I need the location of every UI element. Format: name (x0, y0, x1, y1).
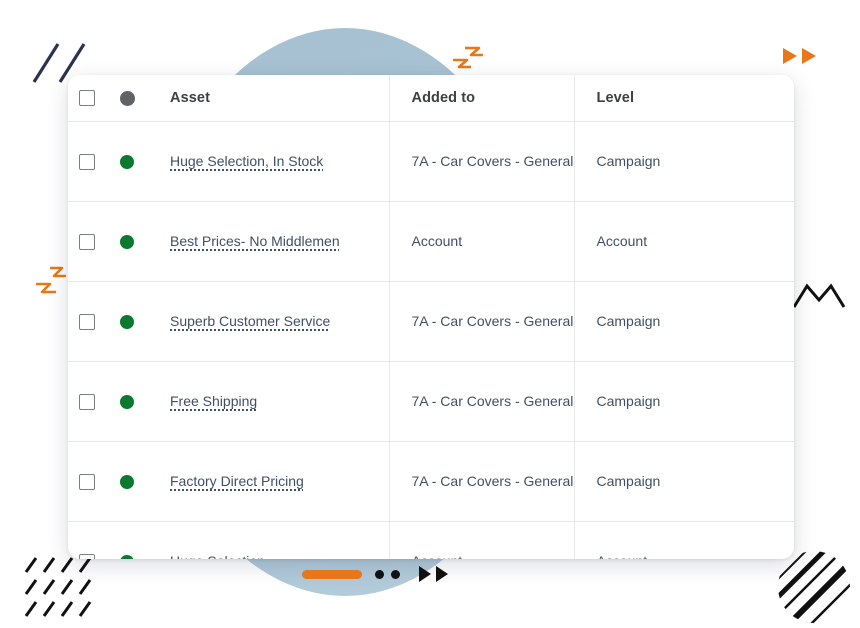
status-dot-icon (120, 315, 134, 329)
level-value: Campaign (575, 471, 795, 492)
level-value: Campaign (575, 311, 795, 332)
level-cell: Campaign (574, 362, 794, 442)
asset-name-link[interactable]: Best Prices- No Middlemen (170, 233, 340, 249)
asset-cell: Superb Customer Service (148, 282, 389, 362)
row-select-cell[interactable] (68, 522, 106, 560)
added-to-value: 7A - Car Covers - General (390, 151, 574, 172)
table-row[interactable]: Huge Selection, In Stock 7A - Car Covers … (68, 122, 794, 202)
added-to-value: Account (390, 231, 574, 252)
asset-cell: Best Prices- No Middlemen (148, 202, 389, 282)
added-to-cell: 7A - Car Covers - General (389, 282, 574, 362)
row-select-cell[interactable] (68, 282, 106, 362)
column-header-asset-label: Asset (148, 90, 389, 106)
status-dot-icon (120, 555, 134, 560)
row-status-cell (106, 122, 148, 202)
table-header-row: Asset Added to Level (68, 75, 794, 122)
column-header-level-label: Level (575, 90, 795, 106)
row-status-cell (106, 282, 148, 362)
added-to-value: 7A - Car Covers - General (390, 471, 574, 492)
added-to-value: 7A - Car Covers - General (390, 311, 574, 332)
added-to-cell: 7A - Car Covers - General (389, 362, 574, 442)
screenshot-stage: Asset Added to Level Huge Selection, In … (0, 0, 860, 628)
carousel-controls (302, 566, 448, 582)
status-dot-icon (120, 91, 135, 106)
table-row[interactable]: Huge Selection AccountAccount (68, 522, 794, 560)
level-value: Account (575, 231, 795, 252)
status-dot-icon (120, 155, 134, 169)
row-checkbox[interactable] (79, 234, 95, 250)
column-header-asset[interactable]: Asset (148, 75, 389, 122)
row-select-cell[interactable] (68, 122, 106, 202)
pagination-dot[interactable] (391, 570, 400, 579)
row-checkbox[interactable] (79, 154, 95, 170)
pagination-dots (375, 570, 400, 579)
table-body: Huge Selection, In Stock 7A - Car Covers … (68, 122, 794, 560)
level-value: Campaign (575, 391, 795, 412)
asset-name-link[interactable]: Factory Direct Pricing (170, 473, 304, 489)
row-checkbox[interactable] (79, 554, 95, 560)
zigzag-bolt-icon (443, 34, 501, 74)
asset-name-link[interactable]: Superb Customer Service (170, 313, 330, 329)
added-to-value: Account (390, 551, 574, 559)
assets-table: Asset Added to Level Huge Selection, In … (68, 75, 794, 559)
asset-cell: Huge Selection (148, 522, 389, 560)
added-to-value: 7A - Car Covers - General (390, 391, 574, 412)
status-dot-icon (120, 395, 134, 409)
double-triangle-icon (782, 44, 822, 68)
level-cell: Account (574, 202, 794, 282)
row-status-cell (106, 362, 148, 442)
table-header: Asset Added to Level (68, 75, 794, 122)
play-triangle-icon[interactable] (419, 566, 431, 582)
column-header-added-to-label: Added to (390, 90, 574, 106)
next-arrows (419, 566, 448, 582)
table-row[interactable]: Free Shipping 7A - Car Covers - GeneralCa… (68, 362, 794, 442)
row-checkbox[interactable] (79, 314, 95, 330)
level-cell: Account (574, 522, 794, 560)
row-checkbox[interactable] (79, 394, 95, 410)
status-dot-icon (120, 475, 134, 489)
asset-cell: Factory Direct Pricing (148, 442, 389, 522)
row-select-cell[interactable] (68, 202, 106, 282)
level-cell: Campaign (574, 282, 794, 362)
row-select-cell[interactable] (68, 442, 106, 522)
progress-pill[interactable] (302, 570, 362, 579)
striped-circle-icon (775, 548, 853, 626)
added-to-cell: 7A - Car Covers - General (389, 442, 574, 522)
level-cell: Campaign (574, 122, 794, 202)
row-status-cell (106, 442, 148, 522)
column-header-level[interactable]: Level (574, 75, 794, 122)
mountain-zigzag-icon (792, 280, 846, 312)
status-dot-icon (120, 235, 134, 249)
column-header-added-to[interactable]: Added to (389, 75, 574, 122)
select-all-header[interactable] (68, 75, 106, 122)
row-select-cell[interactable] (68, 362, 106, 442)
level-value: Campaign (575, 151, 795, 172)
asset-cell: Huge Selection, In Stock (148, 122, 389, 202)
level-cell: Campaign (574, 442, 794, 522)
asset-name-link[interactable]: Huge Selection, In Stock (170, 153, 323, 169)
asset-cell: Free Shipping (148, 362, 389, 442)
slash-grid-icon (24, 556, 98, 620)
row-status-cell (106, 522, 148, 560)
play-triangle-icon[interactable] (436, 566, 448, 582)
table-row[interactable]: Best Prices- No Middlemen AccountAccount (68, 202, 794, 282)
added-to-cell: Account (389, 522, 574, 560)
status-header (106, 75, 148, 122)
added-to-cell: 7A - Car Covers - General (389, 122, 574, 202)
table-row[interactable]: Factory Direct Pricing 7A - Car Covers - … (68, 442, 794, 522)
row-checkbox[interactable] (79, 474, 95, 490)
select-all-checkbox[interactable] (79, 90, 95, 106)
assets-table-card: Asset Added to Level Huge Selection, In … (68, 75, 794, 559)
table-row[interactable]: Superb Customer Service 7A - Car Covers -… (68, 282, 794, 362)
row-status-cell (106, 202, 148, 282)
level-value: Account (575, 551, 795, 559)
asset-name-link[interactable]: Huge Selection (170, 553, 265, 559)
pagination-dot[interactable] (375, 570, 384, 579)
added-to-cell: Account (389, 202, 574, 282)
asset-name-link[interactable]: Free Shipping (170, 393, 257, 409)
